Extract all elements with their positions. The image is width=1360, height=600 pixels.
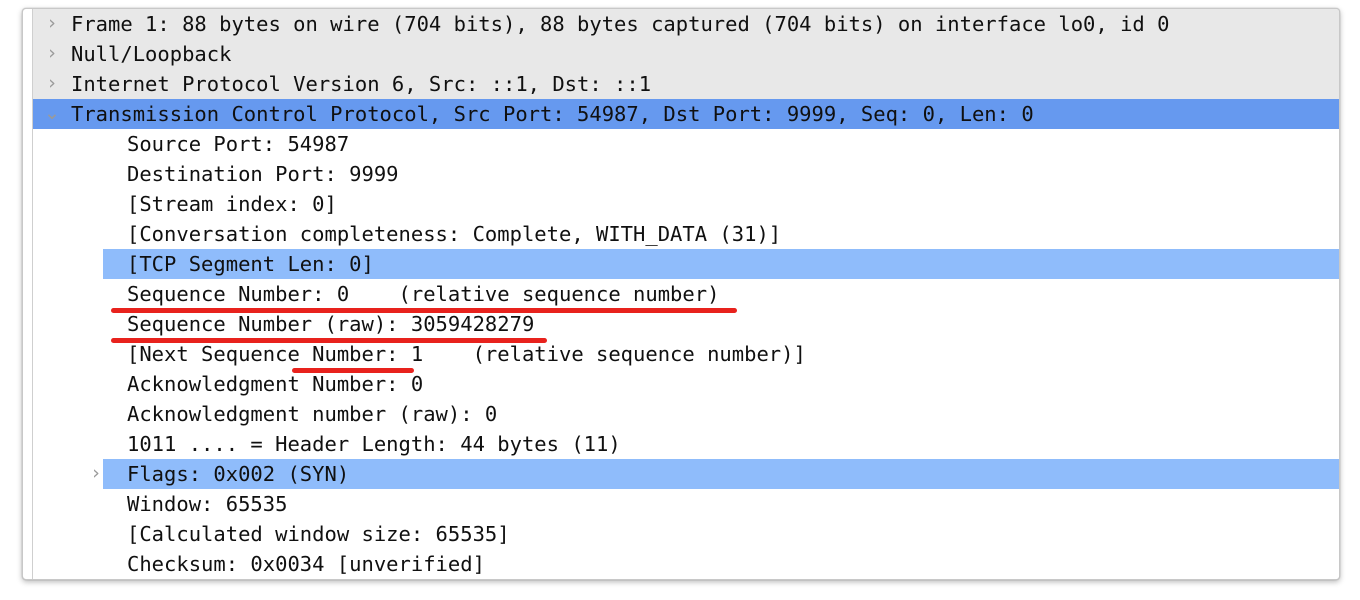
tree-row-label: Sequence Number: 0 (relative sequence nu… xyxy=(127,279,719,309)
tree-row-source-port[interactable]: Source Port: 54987 xyxy=(23,129,1340,159)
tree-row-checksum[interactable]: Checksum: 0x0034 [unverified] xyxy=(23,549,1340,579)
tree-row-flags[interactable]: › Flags: 0x002 (SYN) xyxy=(23,459,1340,489)
tree-row-destination-port[interactable]: Destination Port: 9999 xyxy=(23,159,1340,189)
tree-row-label: Acknowledgment Number: 0 xyxy=(127,369,423,399)
tree-row-tcp[interactable]: ⌄ Transmission Control Protocol, Src Port… xyxy=(23,99,1340,129)
tree-row-label: 1011 .... = Header Length: 44 bytes (11) xyxy=(127,429,621,459)
packet-detail-tree[interactable]: › Frame 1: 88 bytes on wire (704 bits), 8… xyxy=(23,9,1340,579)
tree-row-window[interactable]: Window: 65535 xyxy=(23,489,1340,519)
tree-row-label: Checksum: 0x0034 [unverified] xyxy=(127,549,485,579)
chevron-right-icon[interactable]: › xyxy=(85,459,107,489)
underline-next-sequence-number xyxy=(292,368,414,373)
tree-row-label: Null/Loopback xyxy=(71,39,231,69)
tree-row-label: [Calculated window size: 65535] xyxy=(127,519,510,549)
underline-sequence-number-raw xyxy=(111,338,547,343)
tree-row-label: Flags: 0x002 (SYN) xyxy=(127,459,349,489)
tree-row-frame[interactable]: › Frame 1: 88 bytes on wire (704 bits), 8… xyxy=(23,9,1340,39)
tree-row-ipv6[interactable]: › Internet Protocol Version 6, Src: ::1, … xyxy=(23,69,1340,99)
tree-row-acknowledgment-number[interactable]: Acknowledgment Number: 0 xyxy=(23,369,1340,399)
tree-row-tcp-segment-len[interactable]: [TCP Segment Len: 0] xyxy=(23,249,1340,279)
tree-row-label: Window: 65535 xyxy=(127,489,287,519)
tree-row-label: Source Port: 54987 xyxy=(127,129,349,159)
chevron-down-icon[interactable]: ⌄ xyxy=(41,99,63,129)
tree-row-calculated-window-size[interactable]: [Calculated window size: 65535] xyxy=(23,519,1340,549)
tree-row-stream-index[interactable]: [Stream index: 0] xyxy=(23,189,1340,219)
tree-row-label: [TCP Segment Len: 0] xyxy=(127,249,374,279)
tree-row-sequence-number-raw[interactable]: Sequence Number (raw): 3059428279 xyxy=(23,309,1340,339)
packet-details-panel[interactable]: › Frame 1: 88 bytes on wire (704 bits), 8… xyxy=(22,8,1340,580)
tree-row-label: Sequence Number (raw): 3059428279 xyxy=(127,309,534,339)
tree-row-sequence-number[interactable]: Sequence Number: 0 (relative sequence nu… xyxy=(23,279,1340,309)
chevron-right-icon[interactable]: › xyxy=(41,9,63,39)
tree-row-label: [Next Sequence Number: 1 (relative seque… xyxy=(127,339,806,369)
tree-row-label: Acknowledgment number (raw): 0 xyxy=(127,399,497,429)
tree-row-conversation-completeness[interactable]: [Conversation completeness: Complete, WI… xyxy=(23,219,1340,249)
underline-sequence-number xyxy=(111,308,737,313)
chevron-right-icon[interactable]: › xyxy=(41,69,63,99)
tree-row-header-length[interactable]: 1011 .... = Header Length: 44 bytes (11) xyxy=(23,429,1340,459)
tree-row-label: Transmission Control Protocol, Src Port:… xyxy=(71,99,1034,129)
tree-row-null-loopback[interactable]: › Null/Loopback xyxy=(23,39,1340,69)
tree-row-label: [Conversation completeness: Complete, WI… xyxy=(127,219,781,249)
chevron-right-icon[interactable]: › xyxy=(41,39,63,69)
tree-row-acknowledgment-number-raw[interactable]: Acknowledgment number (raw): 0 xyxy=(23,399,1340,429)
tree-row-label: [Stream index: 0] xyxy=(127,189,337,219)
tree-row-next-sequence-number[interactable]: [Next Sequence Number: 1 (relative seque… xyxy=(23,339,1340,369)
tree-row-label: Destination Port: 9999 xyxy=(127,159,399,189)
tree-row-label: Internet Protocol Version 6, Src: ::1, D… xyxy=(71,69,651,99)
tree-row-label: Frame 1: 88 bytes on wire (704 bits), 88… xyxy=(71,9,1169,39)
